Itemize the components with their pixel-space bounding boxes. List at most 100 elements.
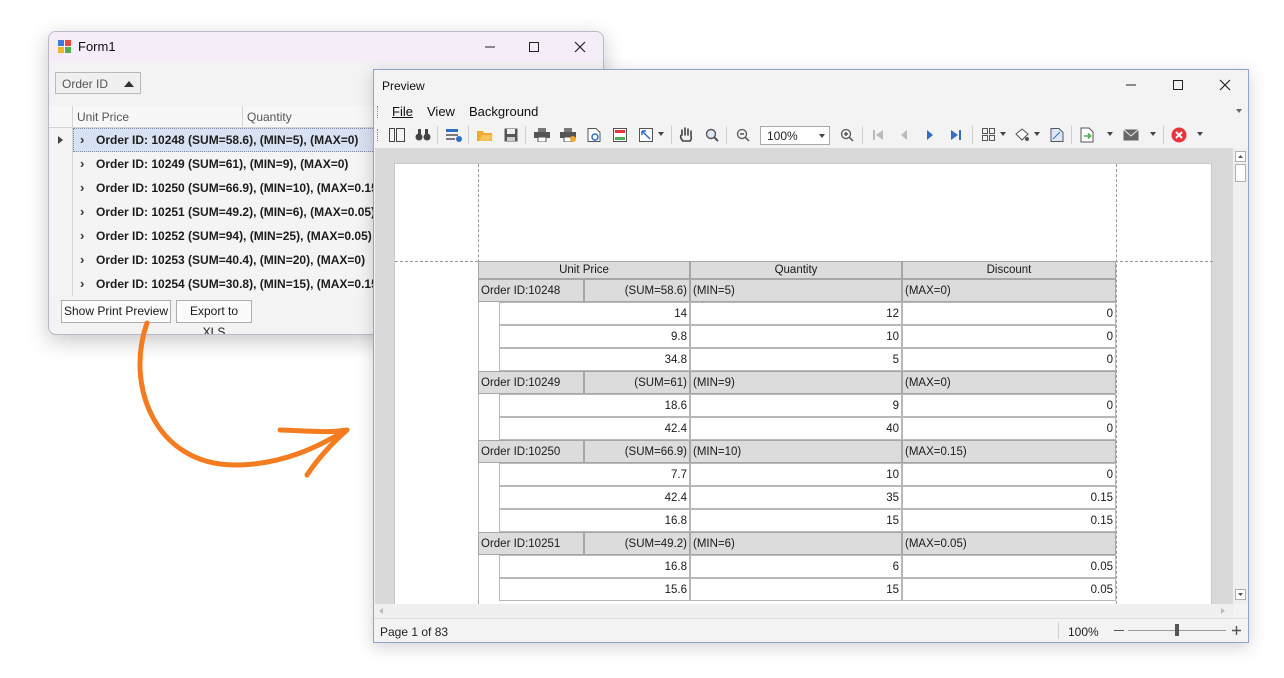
scale-button[interactable] [636, 124, 656, 146]
magnifier-button[interactable] [702, 124, 722, 146]
preview-canvas[interactable]: Unit Price Quantity Discount Order ID:10248… [375, 148, 1233, 604]
scroll-thumb[interactable] [1235, 164, 1246, 182]
page-setup-button[interactable] [584, 124, 604, 146]
maximize-button[interactable] [1155, 70, 1201, 100]
report-cell-unit-price: 9.8 [499, 325, 690, 348]
menu-overflow-icon[interactable] [1236, 109, 1242, 113]
page-color-dropdown-icon[interactable] [1034, 132, 1040, 136]
scroll-up-icon[interactable] [1235, 151, 1246, 162]
app-icon [58, 40, 71, 53]
report-group-sum: (SUM=49.2) [584, 532, 690, 555]
vertical-scrollbar[interactable] [1233, 148, 1248, 604]
report-cell-discount: 0.05 [902, 578, 1116, 601]
preview-window: Preview File View Background 100% Unit P… [373, 69, 1249, 643]
report-cell-quantity: 15 [690, 578, 902, 601]
row-indicator-icon [58, 136, 63, 144]
parameters-button[interactable] [444, 124, 464, 146]
report-group-max: (MAX=0) [902, 279, 1116, 302]
report-indent [478, 417, 499, 440]
page-indicator: Page 1 of 83 [380, 625, 449, 639]
chevron-down-icon [819, 134, 825, 138]
last-page-button[interactable] [946, 124, 966, 146]
page-color-button[interactable] [1012, 124, 1032, 146]
horizontal-scrollbar[interactable] [375, 604, 1233, 618]
report-group-sum: (SUM=61) [584, 371, 690, 394]
document-map-button[interactable] [387, 124, 407, 146]
magnifier-icon [705, 128, 719, 142]
report-indent [478, 486, 499, 509]
maximize-icon [1173, 80, 1183, 90]
preview-title-bar[interactable]: Preview [374, 70, 1248, 100]
close-button[interactable] [1202, 70, 1248, 100]
scale-dropdown-icon[interactable] [658, 132, 664, 136]
export-button[interactable] [1077, 124, 1097, 146]
quick-print-button[interactable] [558, 124, 578, 146]
close-preview-button[interactable] [1169, 124, 1189, 146]
expand-chevron-icon[interactable]: › [80, 132, 84, 147]
scroll-left-icon[interactable] [379, 608, 383, 614]
close-icon [1219, 79, 1231, 91]
expand-chevron-icon[interactable]: › [80, 276, 84, 291]
report-cell-quantity: 10 [690, 463, 902, 486]
binoculars-icon [415, 129, 431, 141]
save-button[interactable] [501, 124, 521, 146]
zoom-in-small-icon[interactable] [1232, 626, 1241, 635]
scroll-down-icon[interactable] [1235, 589, 1246, 600]
report-cell-discount: 0 [902, 417, 1116, 440]
report-column-header: Unit Price [478, 261, 690, 279]
close-button[interactable] [557, 32, 603, 62]
expand-chevron-icon[interactable]: › [80, 252, 84, 267]
zoom-in-button[interactable] [837, 124, 857, 146]
menu-background[interactable]: Background [469, 104, 538, 119]
report-cell-unit-price: 18.6 [499, 394, 690, 417]
open-button[interactable] [475, 124, 495, 146]
multiple-pages-dropdown-icon[interactable] [1000, 132, 1006, 136]
minimize-button[interactable] [1108, 70, 1154, 100]
maximize-button[interactable] [511, 32, 557, 62]
sort-ascending-icon [124, 81, 134, 87]
header-footer-button[interactable] [610, 124, 630, 146]
zoom-out-small-icon[interactable] [1114, 630, 1124, 631]
report-column-header: Quantity [690, 261, 902, 279]
next-page-button[interactable] [920, 124, 940, 146]
multiple-pages-button[interactable] [979, 124, 999, 146]
export-icon [1080, 127, 1094, 143]
send-email-button[interactable] [1121, 124, 1141, 146]
group-panel-order-id[interactable]: Order ID [55, 72, 141, 94]
print-button[interactable] [532, 124, 552, 146]
column-header-unit-price[interactable]: Unit Price [73, 106, 243, 128]
hand-icon [679, 127, 693, 142]
minimize-button[interactable] [467, 32, 513, 62]
zoom-combo[interactable]: 100% [760, 126, 830, 145]
first-page-button[interactable] [868, 124, 888, 146]
report-column-header: Discount [902, 261, 1116, 279]
expand-chevron-icon[interactable]: › [80, 204, 84, 219]
report-cell-unit-price: 14 [499, 302, 690, 325]
hand-tool-button[interactable] [676, 124, 696, 146]
previous-page-button[interactable] [894, 124, 914, 146]
expand-chevron-icon[interactable]: › [80, 156, 84, 171]
header-footer-icon [613, 128, 627, 142]
menu-file[interactable]: File [392, 104, 413, 119]
parameters-icon [446, 129, 462, 142]
page-color-icon [1015, 128, 1029, 141]
expand-chevron-icon[interactable]: › [80, 180, 84, 195]
expand-chevron-icon[interactable]: › [80, 228, 84, 243]
report-cell-quantity: 5 [690, 348, 902, 371]
quick-print-icon [560, 128, 576, 142]
zoom-slider-thumb[interactable] [1175, 624, 1179, 636]
watermark-button[interactable] [1047, 124, 1067, 146]
toolbar-grip-icon [377, 129, 380, 141]
form1-title-bar[interactable]: Form1 [49, 32, 603, 62]
report-indent [478, 555, 499, 578]
preview-title: Preview [382, 79, 425, 93]
find-button[interactable] [413, 124, 433, 146]
report-group-order-id: Order ID:10251 [478, 532, 584, 555]
export-dropdown-icon[interactable] [1107, 132, 1113, 136]
send-email-dropdown-icon[interactable] [1150, 132, 1156, 136]
scroll-right-icon[interactable] [1221, 608, 1225, 614]
zoom-out-icon [736, 128, 750, 142]
zoom-out-button[interactable] [733, 124, 753, 146]
menu-view[interactable]: View [427, 104, 455, 119]
more-dropdown-icon[interactable] [1197, 132, 1203, 136]
